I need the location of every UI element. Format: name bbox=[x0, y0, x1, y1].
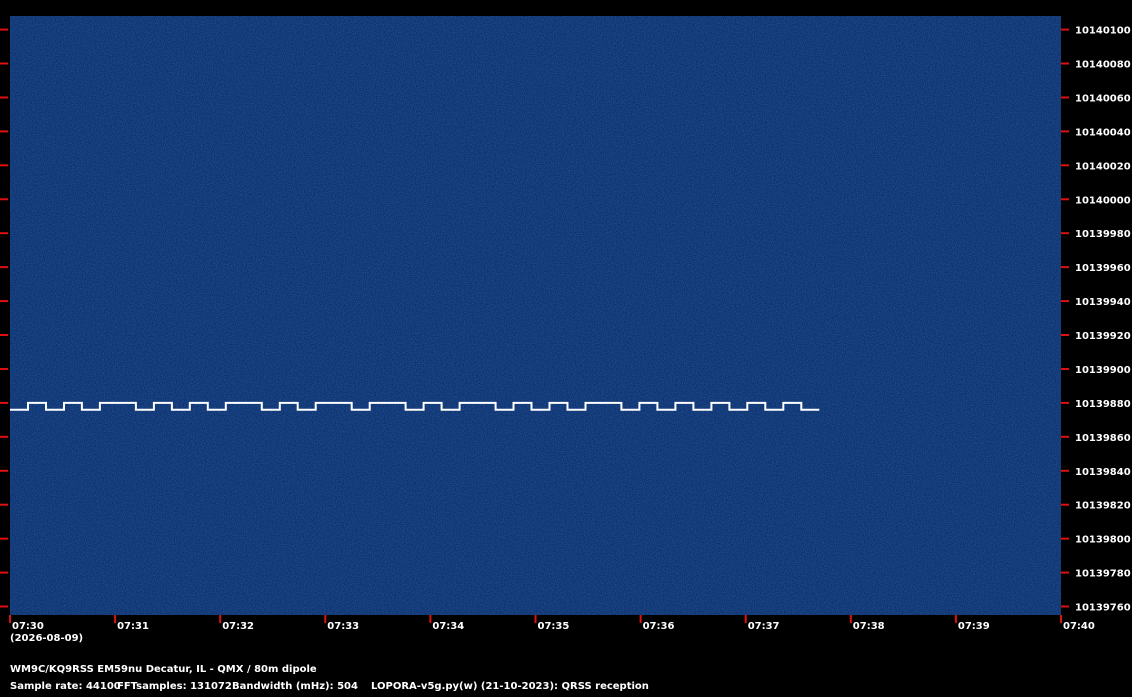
y-tick-label: 10140040 bbox=[1075, 127, 1131, 138]
plot-noise bbox=[10, 16, 1061, 615]
x-tick-label: 07:33 bbox=[327, 621, 359, 632]
fft-samples: FFTsamples: 131072 bbox=[117, 681, 232, 692]
x-axis: 07:30 07:31 07:32 07:33 07:34 07:35 07:36 07:37… bbox=[9, 615, 1095, 632]
x-tick-label: 07:37 bbox=[748, 621, 780, 632]
x-tick-label: 07:32 bbox=[222, 621, 254, 632]
y-tick-label: 10140020 bbox=[1075, 161, 1131, 172]
y-tick-label: 10139940 bbox=[1075, 297, 1131, 308]
x-tick-label: 07:30 bbox=[12, 621, 44, 632]
x-tick-label: 07:39 bbox=[958, 621, 990, 632]
y-tick-label: 10139820 bbox=[1075, 501, 1131, 512]
sample-rate: Sample rate: 44100 bbox=[10, 681, 121, 692]
y-tick-label: 10139900 bbox=[1075, 365, 1131, 376]
date-label: (2026-08-09) bbox=[10, 633, 83, 644]
y-tick-label: 10139800 bbox=[1075, 535, 1131, 546]
x-tick-label: 07:38 bbox=[853, 621, 885, 632]
y-tick-label: 10139840 bbox=[1075, 467, 1131, 478]
y-tick-label: 10139920 bbox=[1075, 331, 1131, 342]
bandwidth: Bandwidth (mHz): 504 bbox=[232, 681, 358, 692]
y-tick-label: 10140000 bbox=[1075, 195, 1131, 206]
x-tick-label: 07:34 bbox=[432, 621, 464, 632]
x-tick-label: 07:35 bbox=[538, 621, 570, 632]
y-tick-label: 10139960 bbox=[1075, 263, 1131, 274]
software-info: LOPORA-v5g.py(w) (21-10-2023): QRSS rece… bbox=[371, 681, 649, 692]
y-tick-label: 10139880 bbox=[1075, 399, 1131, 410]
x-tick-label: 07:40 bbox=[1063, 621, 1095, 632]
waterfall-chart: 10140100 10140080 10140060 10140040 10140020… bbox=[0, 16, 1131, 644]
y-tick-label: 10140080 bbox=[1075, 60, 1131, 71]
y-tick-label: 10140100 bbox=[1075, 26, 1131, 37]
y-tick-label: 10139780 bbox=[1075, 569, 1131, 580]
y-tick-label: 10140060 bbox=[1075, 93, 1131, 104]
y-tick-label: 10139760 bbox=[1075, 603, 1131, 614]
y-tick-label: 10139980 bbox=[1075, 229, 1131, 240]
x-tick-label: 07:31 bbox=[117, 621, 149, 632]
y-tick-label: 10139860 bbox=[1075, 433, 1131, 444]
x-tick-label: 07:36 bbox=[643, 621, 675, 632]
station-line: WM9C/KQ9RSS EM59nu Decatur, IL - QMX / 8… bbox=[10, 664, 317, 675]
